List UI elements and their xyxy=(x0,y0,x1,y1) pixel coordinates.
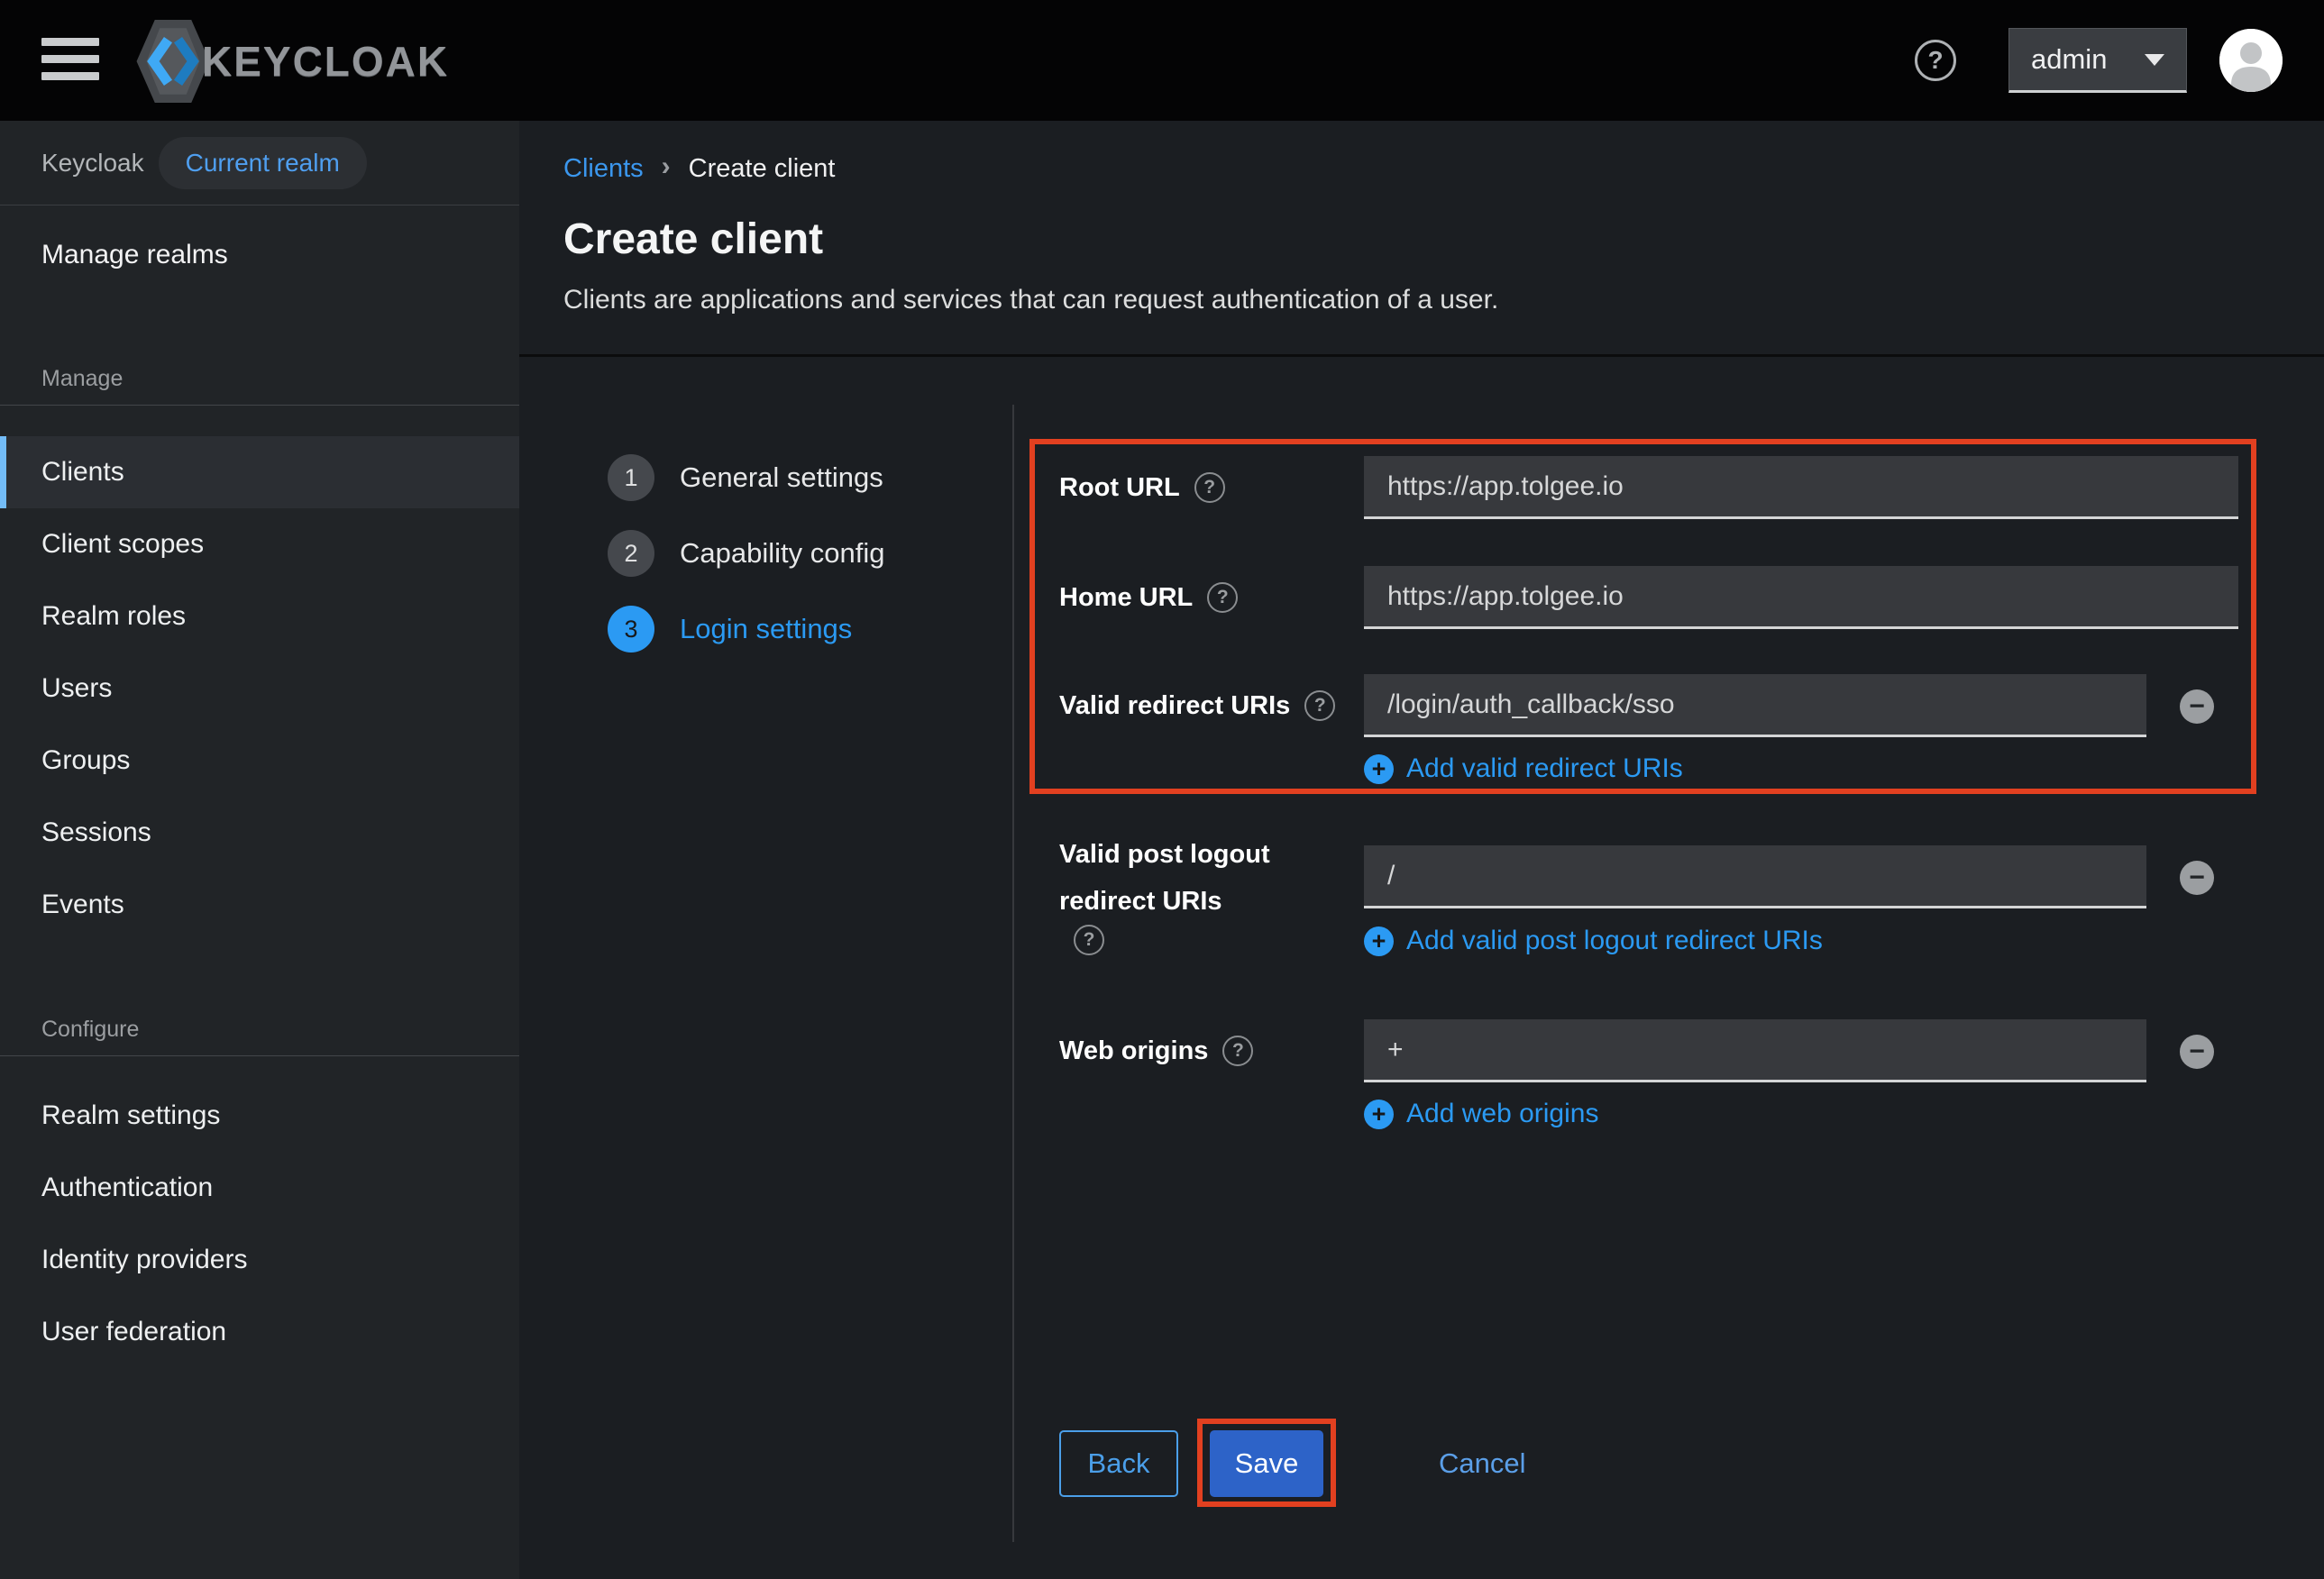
sidebar-group-manage-items: Clients Client scopes Realm roles Users … xyxy=(0,436,519,941)
main-content: Clients › Create client Create client Cl… xyxy=(519,121,2324,1579)
cancel-link[interactable]: Cancel xyxy=(1439,1430,1526,1497)
sidebar-item-groups[interactable]: Groups xyxy=(0,725,519,797)
redirect-uri-input[interactable] xyxy=(1364,674,2146,737)
web-origins-help-icon[interactable] xyxy=(1222,1036,1253,1066)
hamburger-menu-icon[interactable] xyxy=(41,38,99,81)
step-number: 3 xyxy=(608,606,654,653)
page-subtitle: Clients are applications and services th… xyxy=(563,285,1498,315)
sidebar-group-configure-items: Realm settings Authentication Identity p… xyxy=(0,1080,519,1368)
step-number: 1 xyxy=(608,454,654,501)
root-url-help-icon[interactable] xyxy=(1194,472,1225,503)
wizard-step-capability-config[interactable]: 2 Capability config xyxy=(608,530,884,577)
remove-redirect-uri-button[interactable] xyxy=(2180,689,2214,724)
current-realm-pill[interactable]: Current realm xyxy=(159,137,367,189)
add-web-origins-link[interactable]: Add web origins xyxy=(1364,1099,1598,1129)
post-logout-help-icon[interactable] xyxy=(1074,925,1104,955)
web-origins-label-row: Web origins xyxy=(1059,1027,1348,1074)
chevron-down-icon xyxy=(2145,54,2164,66)
sidebar-divider xyxy=(0,405,519,406)
keycloak-admin-console: KEYCLOAK admin Keycloak Current realm Ma… xyxy=(0,0,2324,1579)
redirect-uris-help-icon[interactable] xyxy=(1304,690,1335,721)
page-title: Create client xyxy=(563,214,823,264)
web-origins-input[interactable] xyxy=(1364,1019,2146,1082)
breadcrumb-chevron-icon: › xyxy=(662,151,671,182)
breadcrumb-current: Create client xyxy=(689,154,836,184)
sidebar-item-authentication[interactable]: Authentication xyxy=(0,1152,519,1224)
sidebar-divider xyxy=(0,1055,519,1056)
post-logout-label-row: Valid post logout redirect URIs xyxy=(1059,831,1348,955)
sidebar-item-sessions[interactable]: Sessions xyxy=(0,797,519,869)
sidebar-group-configure: Configure xyxy=(0,1015,519,1044)
plus-circle-icon xyxy=(1364,1100,1394,1129)
step-number: 2 xyxy=(608,530,654,577)
sidebar-item-users[interactable]: Users xyxy=(0,653,519,725)
back-button[interactable]: Back xyxy=(1059,1430,1178,1497)
remove-web-origin-button[interactable] xyxy=(2180,1035,2214,1069)
add-redirect-uri-link[interactable]: Add valid redirect URIs xyxy=(1364,753,1683,784)
sidebar-item-realm-roles[interactable]: Realm roles xyxy=(0,580,519,653)
sidebar-group-manage: Manage xyxy=(0,364,519,393)
realm-switcher: Keycloak Current realm xyxy=(0,121,519,205)
sidebar: Keycloak Current realm Manage realms Man… xyxy=(0,121,519,1579)
home-url-label-row: Home URL xyxy=(1059,574,1348,621)
plus-circle-icon xyxy=(1364,754,1394,784)
brand-wordmark: KEYCLOAK xyxy=(202,37,449,86)
sidebar-item-realm-settings[interactable]: Realm settings xyxy=(0,1080,519,1152)
post-logout-uri-input[interactable] xyxy=(1364,845,2146,908)
keycloak-logo: KEYCLOAK xyxy=(132,16,449,106)
wizard-step-general-settings[interactable]: 1 General settings xyxy=(608,454,883,501)
step-label: General settings xyxy=(680,461,883,494)
post-logout-label: Valid post logout redirect URIs xyxy=(1059,831,1348,925)
add-web-origins-label: Add web origins xyxy=(1406,1099,1598,1129)
sidebar-item-clients[interactable]: Clients xyxy=(0,436,519,508)
avatar[interactable] xyxy=(2219,29,2283,92)
add-post-logout-uri-label: Add valid post logout redirect URIs xyxy=(1406,926,1823,956)
add-post-logout-uri-link[interactable]: Add valid post logout redirect URIs xyxy=(1364,926,1823,956)
add-redirect-uri-label: Add valid redirect URIs xyxy=(1406,753,1683,784)
sidebar-item-identity-providers[interactable]: Identity providers xyxy=(0,1224,519,1296)
save-button[interactable]: Save xyxy=(1210,1430,1323,1497)
wizard-form-divider xyxy=(1012,405,1014,1542)
home-url-label: Home URL xyxy=(1059,574,1193,621)
redirect-uris-label-row: Valid redirect URIs xyxy=(1059,682,1348,729)
root-url-label-row: Root URL xyxy=(1059,464,1348,511)
user-menu-dropdown[interactable]: admin xyxy=(2008,28,2187,93)
remove-post-logout-uri-button[interactable] xyxy=(2180,861,2214,895)
root-url-label: Root URL xyxy=(1059,464,1180,511)
topbar: KEYCLOAK admin xyxy=(0,0,2324,121)
step-label: Capability config xyxy=(680,537,884,570)
sidebar-item-client-scopes[interactable]: Client scopes xyxy=(0,508,519,580)
breadcrumb: Clients › Create client xyxy=(563,153,835,184)
home-url-help-icon[interactable] xyxy=(1207,582,1238,613)
realm-label: Keycloak xyxy=(41,149,144,178)
redirect-uris-label: Valid redirect URIs xyxy=(1059,682,1290,729)
help-icon[interactable] xyxy=(1915,40,1956,81)
sidebar-item-user-federation[interactable]: User federation xyxy=(0,1296,519,1368)
wizard-step-login-settings[interactable]: 3 Login settings xyxy=(608,606,852,653)
root-url-input[interactable] xyxy=(1364,456,2238,519)
username-label: admin xyxy=(2031,43,2107,76)
breadcrumb-clients-link[interactable]: Clients xyxy=(563,154,644,184)
sidebar-item-manage-realms[interactable]: Manage realms xyxy=(0,220,519,290)
plus-circle-icon xyxy=(1364,926,1394,956)
step-label: Login settings xyxy=(680,613,852,645)
web-origins-label: Web origins xyxy=(1059,1027,1208,1074)
sidebar-item-events[interactable]: Events xyxy=(0,869,519,941)
home-url-input[interactable] xyxy=(1364,566,2238,629)
